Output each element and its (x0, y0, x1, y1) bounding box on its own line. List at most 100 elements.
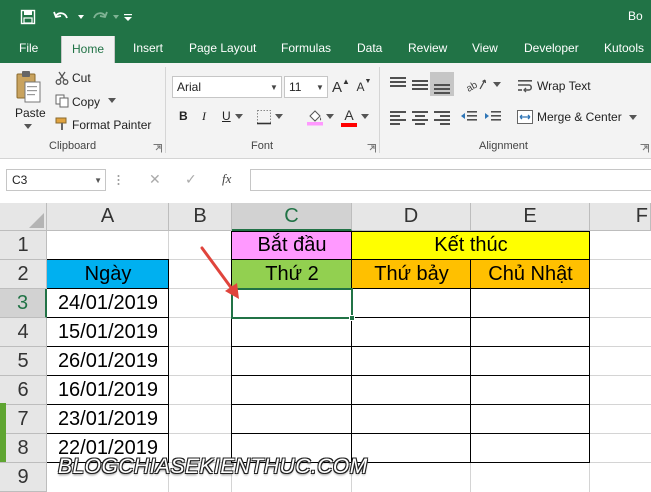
cell-c1[interactable]: Bắt đầu (232, 231, 352, 260)
wrap-text-button[interactable]: Wrap Text (537, 79, 591, 93)
insert-function-icon[interactable]: fx (222, 171, 231, 187)
cell-a6[interactable]: 16/01/2019 (47, 376, 169, 405)
tab-developer[interactable]: Developer (524, 34, 579, 63)
format-painter-button[interactable]: Format Painter (72, 118, 151, 132)
cut-button[interactable]: Cut (72, 71, 91, 85)
tab-formulas[interactable]: Formulas (281, 34, 331, 63)
active-cell-selection[interactable] (231, 288, 353, 319)
orientation-dropdown-icon[interactable] (493, 81, 501, 89)
font-launcher-icon[interactable] (367, 142, 376, 153)
column-header-c[interactable]: C (232, 203, 352, 231)
enter-icon[interactable]: ✓ (185, 171, 197, 188)
row-header-7[interactable]: 7 (0, 405, 47, 434)
name-box[interactable]: C3 ▼ (6, 169, 106, 191)
align-right-icon[interactable] (434, 111, 450, 125)
undo-dropdown-icon[interactable] (76, 5, 86, 29)
align-center-icon[interactable] (412, 111, 428, 125)
paste-button[interactable]: Paste (15, 106, 46, 120)
redo-icon[interactable] (88, 5, 112, 29)
increase-indent-icon[interactable] (484, 109, 502, 125)
formula-input[interactable] (250, 169, 651, 191)
row-header-8[interactable]: 8 (0, 434, 47, 463)
tab-home[interactable]: Home (61, 36, 116, 63)
paste-dropdown-icon[interactable] (21, 123, 35, 131)
cancel-icon[interactable]: ✕ (149, 171, 161, 188)
fill-handle[interactable] (349, 315, 355, 321)
table-border (351, 231, 352, 463)
column-header-d[interactable]: D (352, 203, 471, 231)
middle-align-icon[interactable] (412, 77, 428, 91)
borders-icon[interactable] (255, 108, 273, 126)
copy-icon[interactable] (54, 93, 70, 109)
row-header-3[interactable]: 3 (0, 289, 47, 318)
fill-color-icon[interactable] (305, 107, 325, 127)
font-size-dropdown-icon[interactable]: ▼ (313, 77, 327, 97)
underline-button[interactable]: U (222, 109, 231, 123)
column-header-f[interactable]: F (590, 203, 651, 231)
table-border (47, 259, 169, 260)
cell-c2[interactable]: Thứ 2 (232, 260, 352, 289)
italic-button[interactable]: I (202, 109, 206, 124)
wrap-text-icon[interactable] (517, 78, 533, 94)
decrease-indent-icon[interactable] (460, 109, 478, 125)
cut-icon[interactable] (54, 70, 70, 86)
fill-color-dropdown-icon[interactable] (325, 113, 335, 121)
customize-qat-icon[interactable] (122, 5, 134, 29)
tab-insert[interactable]: Insert (133, 34, 163, 63)
alignment-launcher-icon[interactable] (640, 142, 649, 153)
merge-center-dropdown-icon[interactable] (628, 114, 638, 122)
column-header-a[interactable]: A (47, 203, 169, 231)
tab-page-layout[interactable]: Page Layout (189, 34, 256, 63)
font-name-dropdown-icon[interactable]: ▼ (267, 77, 281, 97)
copy-button[interactable]: Copy (72, 95, 100, 109)
underline-dropdown-icon[interactable] (234, 113, 244, 121)
paste-icon[interactable] (13, 69, 43, 105)
orientation-icon[interactable]: ab (464, 75, 490, 93)
font-name-combo[interactable]: Arial ▼ (172, 76, 282, 98)
font-color-icon[interactable]: A (340, 106, 358, 128)
cell-d1-merged[interactable]: Kết thúc (352, 231, 590, 260)
undo-icon[interactable] (48, 5, 76, 29)
cell-a4[interactable]: 15/01/2019 (47, 318, 169, 347)
font-name-value: Arial (177, 80, 202, 94)
bold-button[interactable]: B (179, 109, 188, 123)
tab-file[interactable]: File (19, 34, 38, 63)
copy-dropdown-icon[interactable] (107, 97, 117, 105)
font-color-glyph: A (344, 106, 354, 123)
align-left-icon[interactable] (390, 111, 406, 125)
row-header-6[interactable]: 6 (0, 376, 47, 405)
shrink-font-icon[interactable]: A ▼ (355, 77, 373, 97)
cell-a7[interactable]: 23/01/2019 (47, 405, 169, 434)
row-header-2[interactable]: 2 (0, 260, 47, 289)
select-all-corner[interactable] (0, 203, 47, 231)
cell-a2[interactable]: Ngày (47, 260, 169, 289)
borders-dropdown-icon[interactable] (274, 113, 284, 121)
tab-view[interactable]: View (472, 34, 498, 63)
formula-bar-grip[interactable] (117, 172, 120, 188)
column-header-b[interactable]: B (169, 203, 232, 231)
bottom-align-icon[interactable] (434, 78, 450, 94)
cell-e2[interactable]: Chủ Nhật (471, 260, 590, 289)
format-painter-icon[interactable] (54, 116, 70, 132)
merge-center-button[interactable]: Merge & Center (537, 110, 622, 124)
row-header-5[interactable]: 5 (0, 347, 47, 376)
grow-font-icon[interactable]: A ▲ (332, 77, 350, 97)
row-header-9[interactable]: 9 (0, 463, 47, 492)
tab-review[interactable]: Review (408, 34, 447, 63)
cell-a3[interactable]: 24/01/2019 (47, 289, 169, 318)
tab-data[interactable]: Data (357, 34, 382, 63)
clipboard-launcher-icon[interactable] (153, 142, 162, 153)
top-align-icon[interactable] (390, 77, 406, 91)
row-header-4[interactable]: 4 (0, 318, 47, 347)
font-size-combo[interactable]: 11 ▼ (284, 76, 328, 98)
row-header-1[interactable]: 1 (0, 231, 47, 260)
redo-dropdown-icon[interactable] (112, 5, 120, 29)
cell-a5[interactable]: 26/01/2019 (47, 347, 169, 376)
font-color-dropdown-icon[interactable] (360, 113, 370, 121)
column-header-e[interactable]: E (471, 203, 590, 231)
tab-kutools[interactable]: Kutools (604, 34, 644, 63)
cell-d2[interactable]: Thứ bảy (352, 260, 471, 289)
merge-center-icon[interactable] (517, 109, 533, 125)
save-icon[interactable] (16, 5, 40, 29)
name-box-dropdown-icon[interactable]: ▼ (94, 176, 102, 185)
